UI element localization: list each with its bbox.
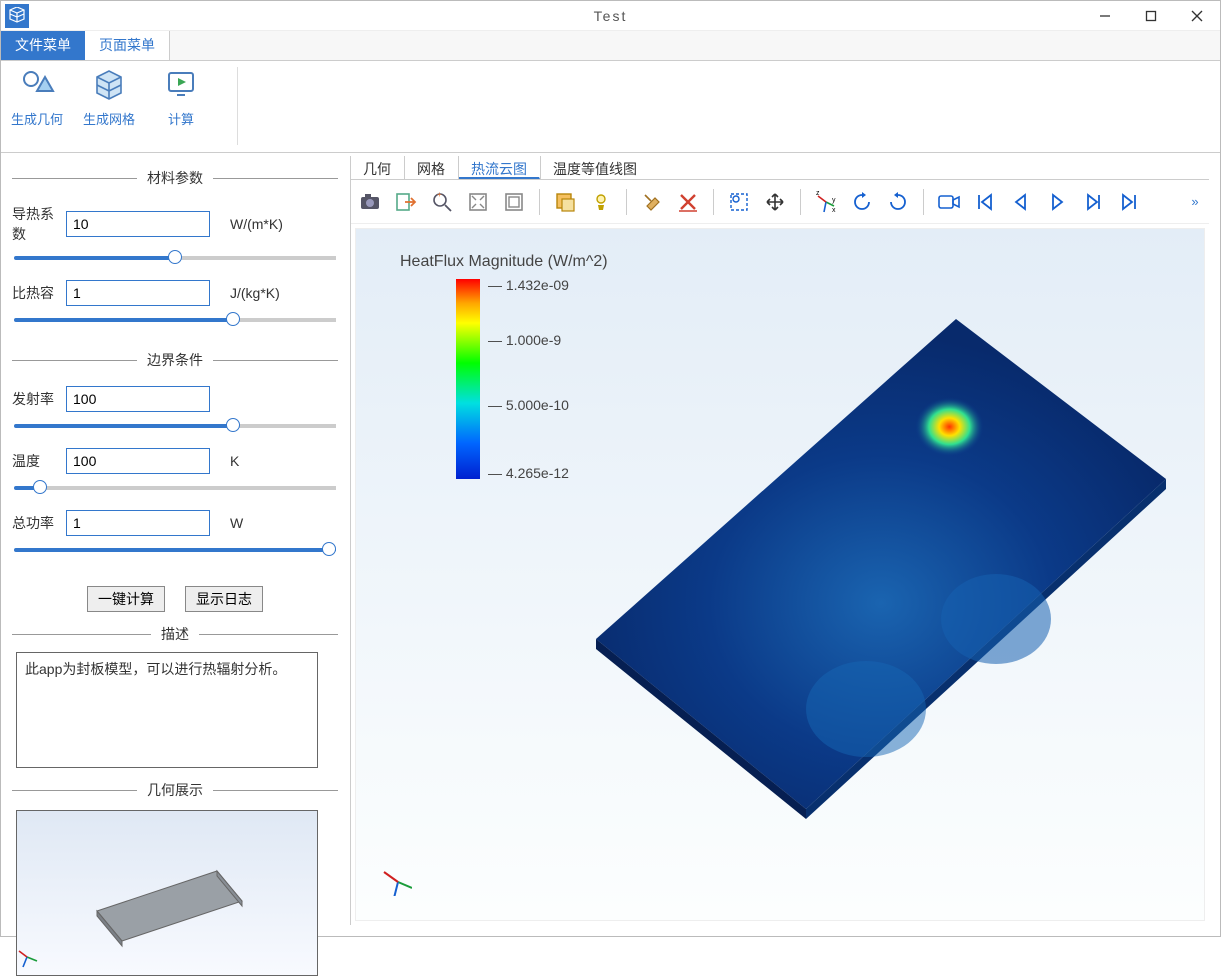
export-icon[interactable] [391,187,421,217]
viewer-toolbar: + y z x » [351,180,1209,224]
specific-heat-label: 比热容 [12,283,66,303]
close-button[interactable] [1174,1,1220,31]
prev-frame-icon[interactable] [1006,187,1036,217]
delete-icon[interactable] [673,187,703,217]
ribbon-generate-mesh[interactable]: 生成网格 [81,67,137,145]
axis-triad-icon[interactable]: y z x [811,187,841,217]
maximize-button[interactable] [1128,1,1174,31]
viewer-tab-mesh[interactable]: 网格 [405,156,458,179]
viewer-area: 几何 网格 热流云图 温度等值线图 + y z x [350,156,1209,925]
legend-mid1: — 1.000e-9 [488,332,561,348]
geometry-icon [19,67,55,103]
next-frame-icon[interactable] [1078,187,1108,217]
camera-icon[interactable] [355,187,385,217]
viewer-tab-isotherm[interactable]: 温度等值线图 [541,156,650,179]
play-icon[interactable] [1042,187,1072,217]
thermal-conductivity-input[interactable] [66,211,210,237]
select-window-icon[interactable] [724,187,754,217]
ribbon-label: 计算 [168,109,194,128]
emissivity-slider[interactable] [12,418,338,434]
zoom-icon[interactable]: + [427,187,457,217]
svg-text:+: + [437,191,442,199]
ribbon-label: 生成网格 [83,109,135,128]
emissivity-input[interactable] [66,386,210,412]
temperature-input[interactable] [66,448,210,474]
description-title: 描述 [151,624,199,644]
sidebar: 材料参数 导热系数 W/(m*K) 比热容 J/(kg*K) 边界条件 发射率 [12,156,350,925]
zoom-box-icon[interactable] [499,187,529,217]
rotate-ccw-icon[interactable] [847,187,877,217]
svg-text:y: y [832,197,836,204]
temperature-label: 温度 [12,451,66,471]
ribbon-label: 生成几何 [11,109,63,128]
menu-tab-file[interactable]: 文件菜单 [1,31,85,60]
power-label: 总功率 [12,513,66,533]
geom-preview-title: 几何展示 [137,780,213,800]
power-unit: W [230,515,243,531]
description-text: 此app为封板模型，可以进行热辐射分析。 [16,652,318,768]
power-slider[interactable] [12,542,338,558]
animation-record-icon[interactable] [934,187,964,217]
last-frame-icon[interactable] [1114,187,1144,217]
emissivity-label: 发射率 [12,389,66,409]
color-legend-bar [456,279,480,479]
material-params-title: 材料参数 [137,168,213,188]
viewer-tab-geometry[interactable]: 几何 [351,156,404,179]
ribbon: 生成几何 生成网格 计算 [1,61,1220,153]
svg-text:x: x [832,207,836,214]
window-title: Test [1,8,1220,24]
clear-icon[interactable] [637,187,667,217]
compute-icon [163,67,199,103]
svg-text:z: z [816,190,820,197]
pan-icon[interactable] [760,187,790,217]
3d-viewport[interactable]: HeatFlux Magnitude (W/m^2) — 1.432e-09 —… [355,228,1205,921]
thermal-conductivity-unit: W/(m*K) [230,216,283,232]
minimize-button[interactable] [1082,1,1128,31]
legend-title: HeatFlux Magnitude (W/m^2) [400,253,608,271]
result-plate [556,279,1176,839]
axis-triad-icon [380,864,412,896]
temperature-unit: K [230,453,239,469]
app-icon [5,4,29,28]
zoom-extents-icon[interactable] [463,187,493,217]
mesh-icon [91,67,127,103]
thermal-conductivity-label: 导热系数 [12,204,66,244]
boundary-conditions-title: 边界条件 [137,350,213,370]
show-log-button[interactable]: 显示日志 [185,586,263,612]
specific-heat-input[interactable] [66,280,210,306]
first-frame-icon[interactable] [970,187,1000,217]
light-icon[interactable] [586,187,616,217]
toolbar-overflow-icon[interactable]: » [1185,187,1205,217]
thermal-conductivity-slider[interactable] [12,250,338,266]
specific-heat-unit: J/(kg*K) [230,285,280,301]
temperature-slider[interactable] [12,480,338,496]
title-bar: Test [1,1,1220,31]
compute-button[interactable]: 一键计算 [87,586,165,612]
menu-tabs: 文件菜单 页面菜单 [1,31,1220,61]
rotate-cw-icon[interactable] [883,187,913,217]
ribbon-generate-geometry[interactable]: 生成几何 [9,67,65,145]
power-input[interactable] [66,510,210,536]
ribbon-compute[interactable]: 计算 [153,67,209,145]
viewer-tabs: 几何 网格 热流云图 温度等值线图 [351,156,1209,180]
geometry-preview[interactable] [16,810,318,976]
viewer-tab-heatflux[interactable]: 热流云图 [459,156,540,179]
select-box-icon[interactable] [550,187,580,217]
specific-heat-slider[interactable] [12,312,338,328]
menu-tab-page[interactable]: 页面菜单 [85,31,170,60]
